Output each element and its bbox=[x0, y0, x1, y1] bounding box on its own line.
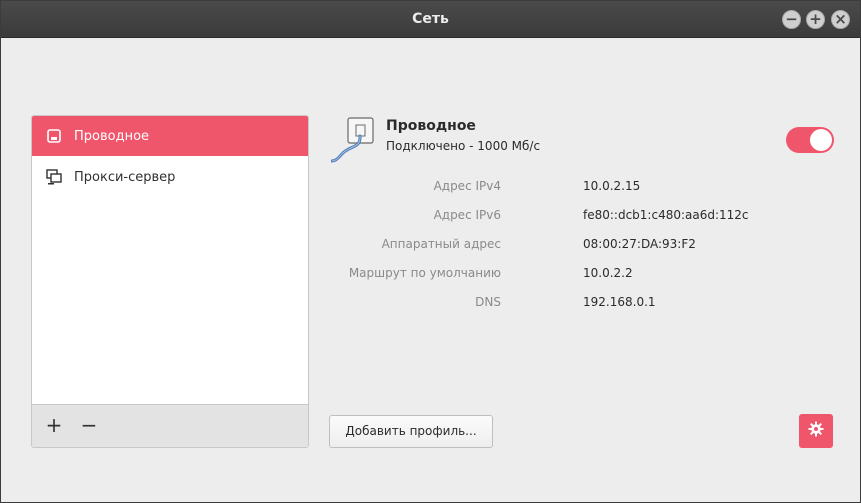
connection-toggle[interactable] bbox=[786, 127, 834, 153]
connection-status: Подключено - 1000 Мб/с bbox=[386, 139, 541, 153]
add-connection-button[interactable]: + bbox=[42, 414, 66, 438]
sidebar-item-label: Прокси-сервер bbox=[74, 169, 176, 185]
detail-value: 10.0.2.2 bbox=[583, 266, 633, 280]
close-button[interactable]: × bbox=[831, 10, 850, 29]
detail-row-dns: DNS 192.168.0.1 bbox=[331, 295, 831, 313]
ethernet-cable-icon bbox=[330, 115, 381, 165]
sidebar-item-proxy[interactable]: Прокси-сервер bbox=[32, 157, 308, 197]
proxy-server-icon bbox=[46, 169, 62, 185]
detail-row-ipv4: Адрес IPv4 10.0.2.15 bbox=[331, 179, 831, 197]
settings-button[interactable] bbox=[799, 414, 833, 448]
detail-row-mac: Аппаратный адрес 08:00:27:DA:93:F2 bbox=[331, 237, 831, 255]
sidebar-item-label: Проводное bbox=[74, 128, 150, 144]
window-title: Сеть bbox=[412, 11, 449, 27]
detail-label: DNS bbox=[475, 295, 501, 309]
detail-value: 08:00:27:DA:93:F2 bbox=[583, 237, 696, 251]
wired-network-icon bbox=[46, 128, 62, 144]
add-profile-button[interactable]: Добавить профиль... bbox=[329, 415, 493, 448]
connection-name: Проводное bbox=[386, 118, 476, 134]
remove-connection-button[interactable]: − bbox=[77, 414, 101, 438]
detail-label: Аппаратный адрес bbox=[381, 237, 501, 251]
maximize-button[interactable]: + bbox=[806, 10, 825, 29]
gear-icon bbox=[808, 421, 824, 441]
sidebar-item-wired[interactable]: Проводное bbox=[32, 116, 308, 156]
sidebar-toolbar: + − bbox=[32, 404, 308, 447]
detail-row-ipv6: Адрес IPv6 fe80::dcb1:c480:aa6d:112c bbox=[331, 208, 831, 226]
detail-value: 10.0.2.15 bbox=[583, 179, 641, 193]
toggle-knob bbox=[810, 129, 832, 151]
connection-sidebar: Проводное Прокси-сервер + − bbox=[31, 115, 309, 448]
detail-value: 192.168.0.1 bbox=[583, 295, 656, 309]
detail-label: Адрес IPv6 bbox=[433, 208, 501, 222]
detail-row-gateway: Маршрут по умолчанию 10.0.2.2 bbox=[331, 266, 831, 284]
titlebar[interactable]: Сеть − + × bbox=[1, 1, 860, 38]
detail-value: fe80::dcb1:c480:aa6d:112c bbox=[583, 208, 749, 222]
network-window: Сеть − + × Проводное Прокси-сервер + − П… bbox=[0, 0, 861, 503]
minimize-button[interactable]: − bbox=[782, 10, 801, 29]
detail-label: Адрес IPv4 bbox=[433, 179, 501, 193]
detail-label: Маршрут по умолчанию bbox=[348, 266, 501, 280]
